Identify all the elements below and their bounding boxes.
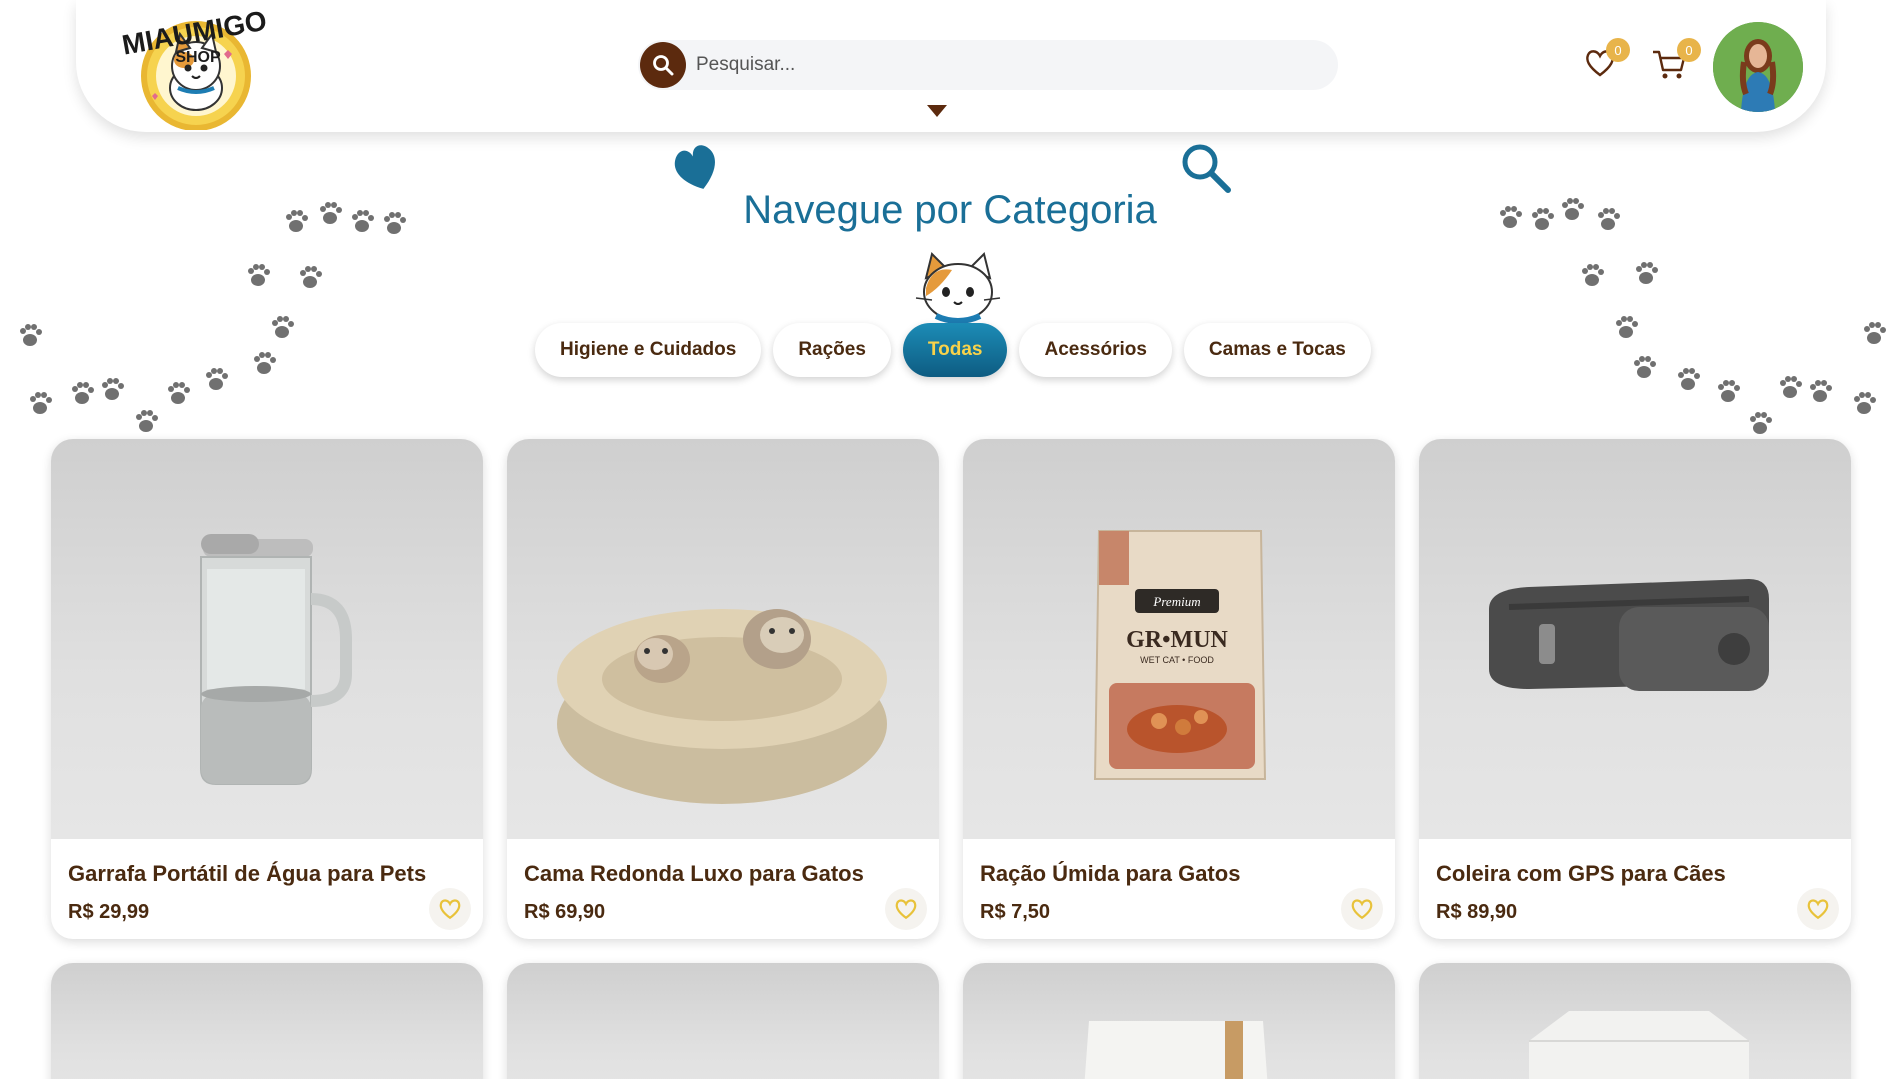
search-bar xyxy=(638,40,1338,90)
product-name[interactable]: Garrafa Portátil de Água para Pets xyxy=(68,861,426,887)
product-card[interactable] xyxy=(51,963,483,1079)
logo[interactable]: MIAUMIGO SHOP xyxy=(106,4,286,131)
heart-icon xyxy=(895,899,917,920)
product-card[interactable]: Coleira com GPS para Cães R$ 89,90 xyxy=(1419,439,1851,939)
product-card[interactable]: Premium GR•MUN WET CAT • FOOD Ração Úmid… xyxy=(963,439,1395,939)
food-bag-subtitle: WET CAT • FOOD xyxy=(1140,655,1214,665)
tab-acessorios[interactable]: Acessórios xyxy=(1019,323,1172,377)
avatar-image xyxy=(1713,22,1803,112)
logo-wordmark: MIAUMIGO SHOP xyxy=(120,5,269,64)
product-card[interactable] xyxy=(963,963,1395,1079)
heart-icon xyxy=(1807,899,1829,920)
tab-camas-e-tocas[interactable]: Camas e Tocas xyxy=(1183,323,1371,377)
magnifier-icon xyxy=(1182,144,1231,193)
favorite-button[interactable] xyxy=(1341,888,1383,930)
food-bag-name: GR•MUN xyxy=(1126,627,1228,653)
tab-higiene-e-cuidados[interactable]: Higiene e Cuidados xyxy=(535,323,762,377)
cat-bed-image xyxy=(557,609,887,804)
dropdown-caret-icon[interactable] xyxy=(927,105,947,117)
wishlist-count-badge: 0 xyxy=(1606,38,1630,62)
product-card[interactable]: Garrafa Portátil de Água para Pets R$ 29… xyxy=(51,439,483,939)
food-bag-brand: Premium xyxy=(1152,594,1200,609)
favorite-button[interactable] xyxy=(885,888,927,930)
product-image xyxy=(1419,963,1851,1079)
product-price: R$ 7,50 xyxy=(980,901,1051,923)
product-card[interactable]: Cama Redonda Luxo para Gatos R$ 69,90 xyxy=(507,439,939,939)
product-price: R$ 69,90 xyxy=(524,901,606,923)
favorite-button[interactable] xyxy=(429,888,471,930)
product-image xyxy=(507,439,939,839)
product-image xyxy=(51,963,483,1079)
category-tabs: Higiene e Cuidados Rações Todas Acessóri… xyxy=(535,323,1371,377)
paw-icon xyxy=(1500,198,1886,434)
heart-icon xyxy=(674,145,715,189)
tab-todas[interactable]: Todas xyxy=(902,323,1008,377)
search-input[interactable] xyxy=(696,54,1296,76)
product-grid-row-2 xyxy=(51,963,1851,1079)
food-bag-image: Premium GR•MUN WET CAT • FOOD xyxy=(1093,530,1267,780)
gps-collar-image xyxy=(1489,579,1769,691)
search-icon xyxy=(653,55,674,76)
product-name[interactable]: Coleira com GPS para Cães xyxy=(1436,861,1726,887)
favorite-button[interactable] xyxy=(1797,888,1839,930)
product-card[interactable] xyxy=(507,963,939,1079)
heart-icon xyxy=(1351,899,1373,920)
product-image xyxy=(963,963,1395,1079)
product-card[interactable] xyxy=(1419,963,1851,1079)
tab-racoes[interactable]: Rações xyxy=(773,323,891,377)
product-image: Premium GR•MUN WET CAT • FOOD xyxy=(963,439,1395,839)
cart-button[interactable]: 0 xyxy=(1651,38,1701,85)
product-name[interactable]: Cama Redonda Luxo para Gatos xyxy=(524,861,864,887)
paw-icon xyxy=(20,202,406,432)
water-bottle-image xyxy=(200,534,352,785)
product-price: R$ 29,99 xyxy=(68,901,150,923)
product-price: R$ 89,90 xyxy=(1436,901,1518,923)
user-avatar[interactable] xyxy=(1713,22,1803,112)
search-button[interactable] xyxy=(640,42,686,88)
product-image xyxy=(51,439,483,839)
package-image xyxy=(1084,1021,1268,1079)
wishlist-button[interactable]: 0 xyxy=(1584,38,1630,83)
site-header: MIAUMIGO SHOP 0 0 xyxy=(76,0,1826,132)
svg-text:SHOP: SHOP xyxy=(175,49,221,64)
product-image xyxy=(1419,439,1851,839)
heart-icon xyxy=(439,899,461,920)
product-name[interactable]: Ração Úmida para Gatos xyxy=(980,861,1240,887)
box-image xyxy=(1529,1011,1749,1079)
product-grid: Garrafa Portátil de Água para Pets R$ 29… xyxy=(51,439,1851,939)
product-image xyxy=(507,963,939,1079)
cat-mascot-icon xyxy=(915,252,1001,324)
cart-count-badge: 0 xyxy=(1677,38,1701,62)
